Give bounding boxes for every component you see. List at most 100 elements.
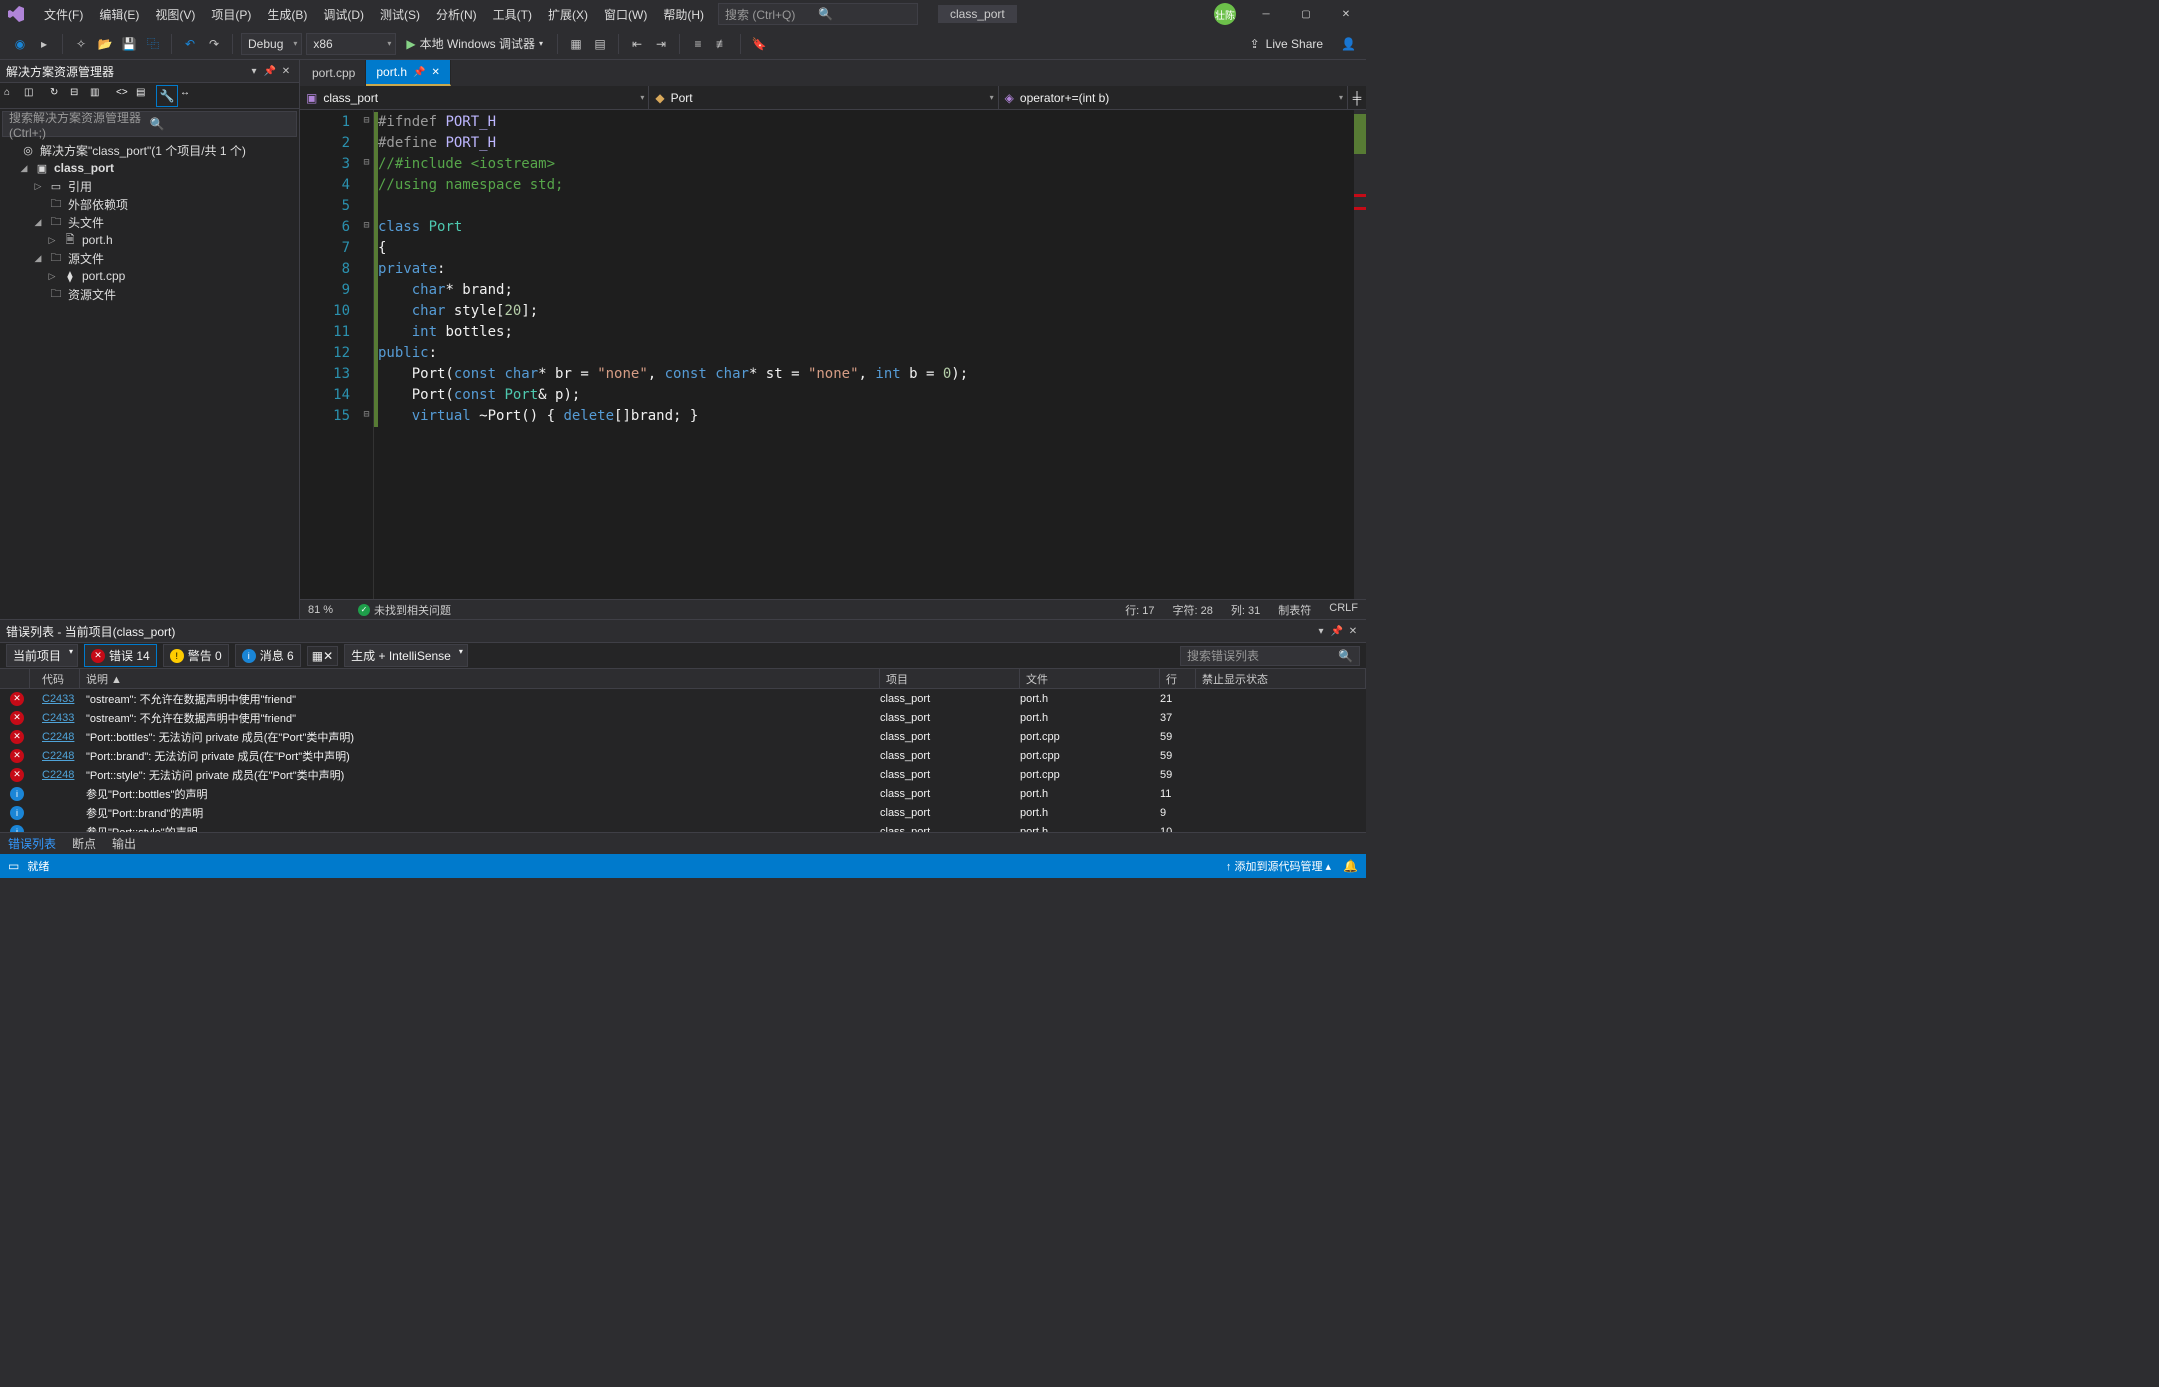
menu-工具(T)[interactable]: 工具(T) [485, 4, 540, 26]
expand-icon[interactable]: ◢ [32, 217, 44, 228]
error-row[interactable]: ✕C2248"Port::style": 无法访问 private 成员(在"P… [0, 765, 1366, 784]
tree-row[interactable]: ◢▣class_port [0, 159, 299, 177]
zoom-level[interactable]: 81 % [308, 604, 358, 616]
feedback-icon[interactable]: ▭ [8, 859, 19, 873]
nav-class-dropdown[interactable]: ◆ Port [649, 86, 998, 109]
code-editor[interactable]: 123456789101112131415 ⊟⊟⊟⊟ #ifndef PORT_… [300, 110, 1366, 599]
error-code-link[interactable]: C2248 [42, 750, 74, 762]
close-tab-icon[interactable]: ✕ [432, 67, 440, 78]
error-row[interactable]: i参见"Port::style"的声明class_portport.h10 [0, 822, 1366, 832]
toolbar-icon-1[interactable]: ▦ [566, 34, 586, 54]
bottom-tab-output[interactable]: 输出 [104, 833, 144, 854]
bookmark-icon[interactable]: 🔖 [749, 34, 769, 54]
error-code-link[interactable]: C2433 [42, 693, 74, 705]
pin-icon[interactable]: 📌 [413, 67, 425, 78]
undo-icon[interactable]: ↶ [180, 34, 200, 54]
dropdown-icon[interactable]: ▾ [247, 64, 261, 78]
warnings-filter-badge[interactable]: !警告 0 [163, 644, 229, 667]
notifications-icon[interactable]: 🔔 [1343, 859, 1358, 873]
menu-调试(D)[interactable]: 调试(D) [315, 4, 372, 26]
collapse-icon[interactable]: ⊟ [70, 87, 88, 105]
filter-codes-button[interactable]: ▦✕ [307, 646, 338, 666]
split-icon[interactable]: ╪ [1348, 86, 1366, 109]
expand-icon[interactable]: ◢ [32, 253, 44, 264]
expand-icon[interactable]: ◢ [18, 163, 30, 174]
errors-filter-badge[interactable]: ✕错误 14 [84, 644, 157, 667]
menu-分析(N)[interactable]: 分析(N) [428, 4, 485, 26]
solution-tree[interactable]: ◎解决方案"class_port"(1 个项目/共 1 个)◢▣class_po… [0, 139, 299, 619]
error-code-link[interactable]: C2433 [42, 712, 74, 724]
build-source-dropdown[interactable]: 生成 + IntelliSense [344, 644, 468, 667]
nav-back-icon[interactable]: ◉ [10, 34, 30, 54]
avatar[interactable]: 壮陈 [1214, 3, 1236, 25]
menu-窗口(W)[interactable]: 窗口(W) [596, 4, 655, 26]
refresh-icon[interactable]: ↻ [50, 87, 68, 105]
tree-row[interactable]: ▷⧫port.cpp [0, 267, 299, 285]
scope-dropdown[interactable]: 当前项目 [6, 644, 78, 667]
menu-生成(B)[interactable]: 生成(B) [259, 4, 315, 26]
expand-icon[interactable]: ▷ [46, 235, 58, 246]
error-row[interactable]: ✕C2433"ostream": 不允许在数据声明中使用"friend"clas… [0, 689, 1366, 708]
nav-fwd-icon[interactable]: ▸ [34, 34, 54, 54]
nav-member-dropdown[interactable]: ◈ operator+=(int b) [999, 86, 1348, 109]
person-icon[interactable]: 👤 [1341, 37, 1356, 51]
config-dropdown[interactable]: Debug [241, 33, 302, 55]
overview-ruler[interactable] [1354, 110, 1366, 599]
properties-icon[interactable]: ▤ [136, 87, 154, 105]
menu-扩展(X)[interactable]: 扩展(X) [540, 4, 596, 26]
save-icon[interactable]: 💾 [119, 34, 139, 54]
new-file-icon[interactable]: ✧ [71, 34, 91, 54]
menu-文件(F)[interactable]: 文件(F) [36, 4, 91, 26]
open-icon[interactable]: 📂 [95, 34, 115, 54]
close-icon[interactable]: ✕ [1326, 9, 1366, 20]
close-panel-icon[interactable]: ✕ [279, 64, 293, 78]
uncomment-icon[interactable]: ≢ [712, 34, 732, 54]
redo-icon[interactable]: ↷ [204, 34, 224, 54]
menu-项目(P)[interactable]: 项目(P) [203, 4, 259, 26]
solution-search-input[interactable]: 搜索解决方案资源管理器(Ctrl+;) 🔍 [2, 111, 297, 137]
dropdown-icon[interactable]: ▾ [1314, 624, 1328, 638]
tree-row[interactable]: 🗀资源文件 [0, 285, 299, 303]
minimize-icon[interactable]: ─ [1246, 9, 1286, 20]
tree-row[interactable]: ◢🗀源文件 [0, 249, 299, 267]
error-search-input[interactable]: 搜索错误列表 🔍 [1180, 646, 1360, 666]
sync-icon[interactable]: ↔ [180, 87, 198, 105]
tree-row[interactable]: ▷▭引用 [0, 177, 299, 195]
nav-project-dropdown[interactable]: ▣ class_port [300, 86, 649, 109]
expand-icon[interactable]: ▷ [46, 271, 58, 282]
error-row[interactable]: ✕C2433"ostream": 不允许在数据声明中使用"friend"clas… [0, 708, 1366, 727]
add-to-source-control[interactable]: ↑ 添加到源代码管理 ▴ [1226, 858, 1331, 874]
indent-out-icon[interactable]: ⇤ [627, 34, 647, 54]
show-all-icon[interactable]: ▥ [90, 87, 108, 105]
liveshare-button[interactable]: ⇪ Live Share 👤 [1250, 37, 1356, 51]
error-row[interactable]: i参见"Port::brand"的声明class_portport.h9 [0, 803, 1366, 822]
messages-filter-badge[interactable]: i消息 6 [235, 644, 301, 667]
wrench-icon[interactable]: 🔧 [156, 85, 178, 107]
indent-in-icon[interactable]: ⇥ [651, 34, 671, 54]
menu-视图(V)[interactable]: 视图(V) [147, 4, 203, 26]
bottom-tab-breakpoints[interactable]: 断点 [64, 833, 104, 854]
pin-icon[interactable]: 📌 [263, 64, 277, 78]
global-search-input[interactable]: 搜索 (Ctrl+Q) 🔍 [718, 3, 918, 25]
editor-tab[interactable]: port.h📌✕ [366, 60, 451, 86]
error-list-columns[interactable]: 代码 说明 ▲ 项目 文件 行 禁止显示状态 [0, 669, 1366, 689]
comment-icon[interactable]: ≡ [688, 34, 708, 54]
bottom-tab-errors[interactable]: 错误列表 [0, 833, 64, 854]
close-panel-icon[interactable]: ✕ [1346, 624, 1360, 638]
tree-row[interactable]: ▷🗎port.h [0, 231, 299, 249]
pin-icon[interactable]: 📌 [1330, 624, 1344, 638]
error-code-link[interactable]: C2248 [42, 769, 74, 781]
editor-tab[interactable]: port.cpp [302, 60, 366, 86]
home-icon[interactable]: ⌂ [4, 87, 22, 105]
code-view-icon[interactable]: <> [116, 87, 134, 105]
menu-编辑(E)[interactable]: 编辑(E) [91, 4, 147, 26]
menu-测试(S)[interactable]: 测试(S) [372, 4, 428, 26]
toolbar-icon-2[interactable]: ▤ [590, 34, 610, 54]
error-code-link[interactable]: C2248 [42, 731, 74, 743]
save-all-icon[interactable]: ⿻ [143, 34, 163, 54]
tree-row[interactable]: ◢🗀头文件 [0, 213, 299, 231]
maximize-icon[interactable]: ▢ [1286, 9, 1326, 20]
expand-icon[interactable]: ▷ [32, 181, 44, 192]
error-row[interactable]: ✕C2248"Port::brand": 无法访问 private 成员(在"P… [0, 746, 1366, 765]
menu-帮助(H)[interactable]: 帮助(H) [655, 4, 712, 26]
